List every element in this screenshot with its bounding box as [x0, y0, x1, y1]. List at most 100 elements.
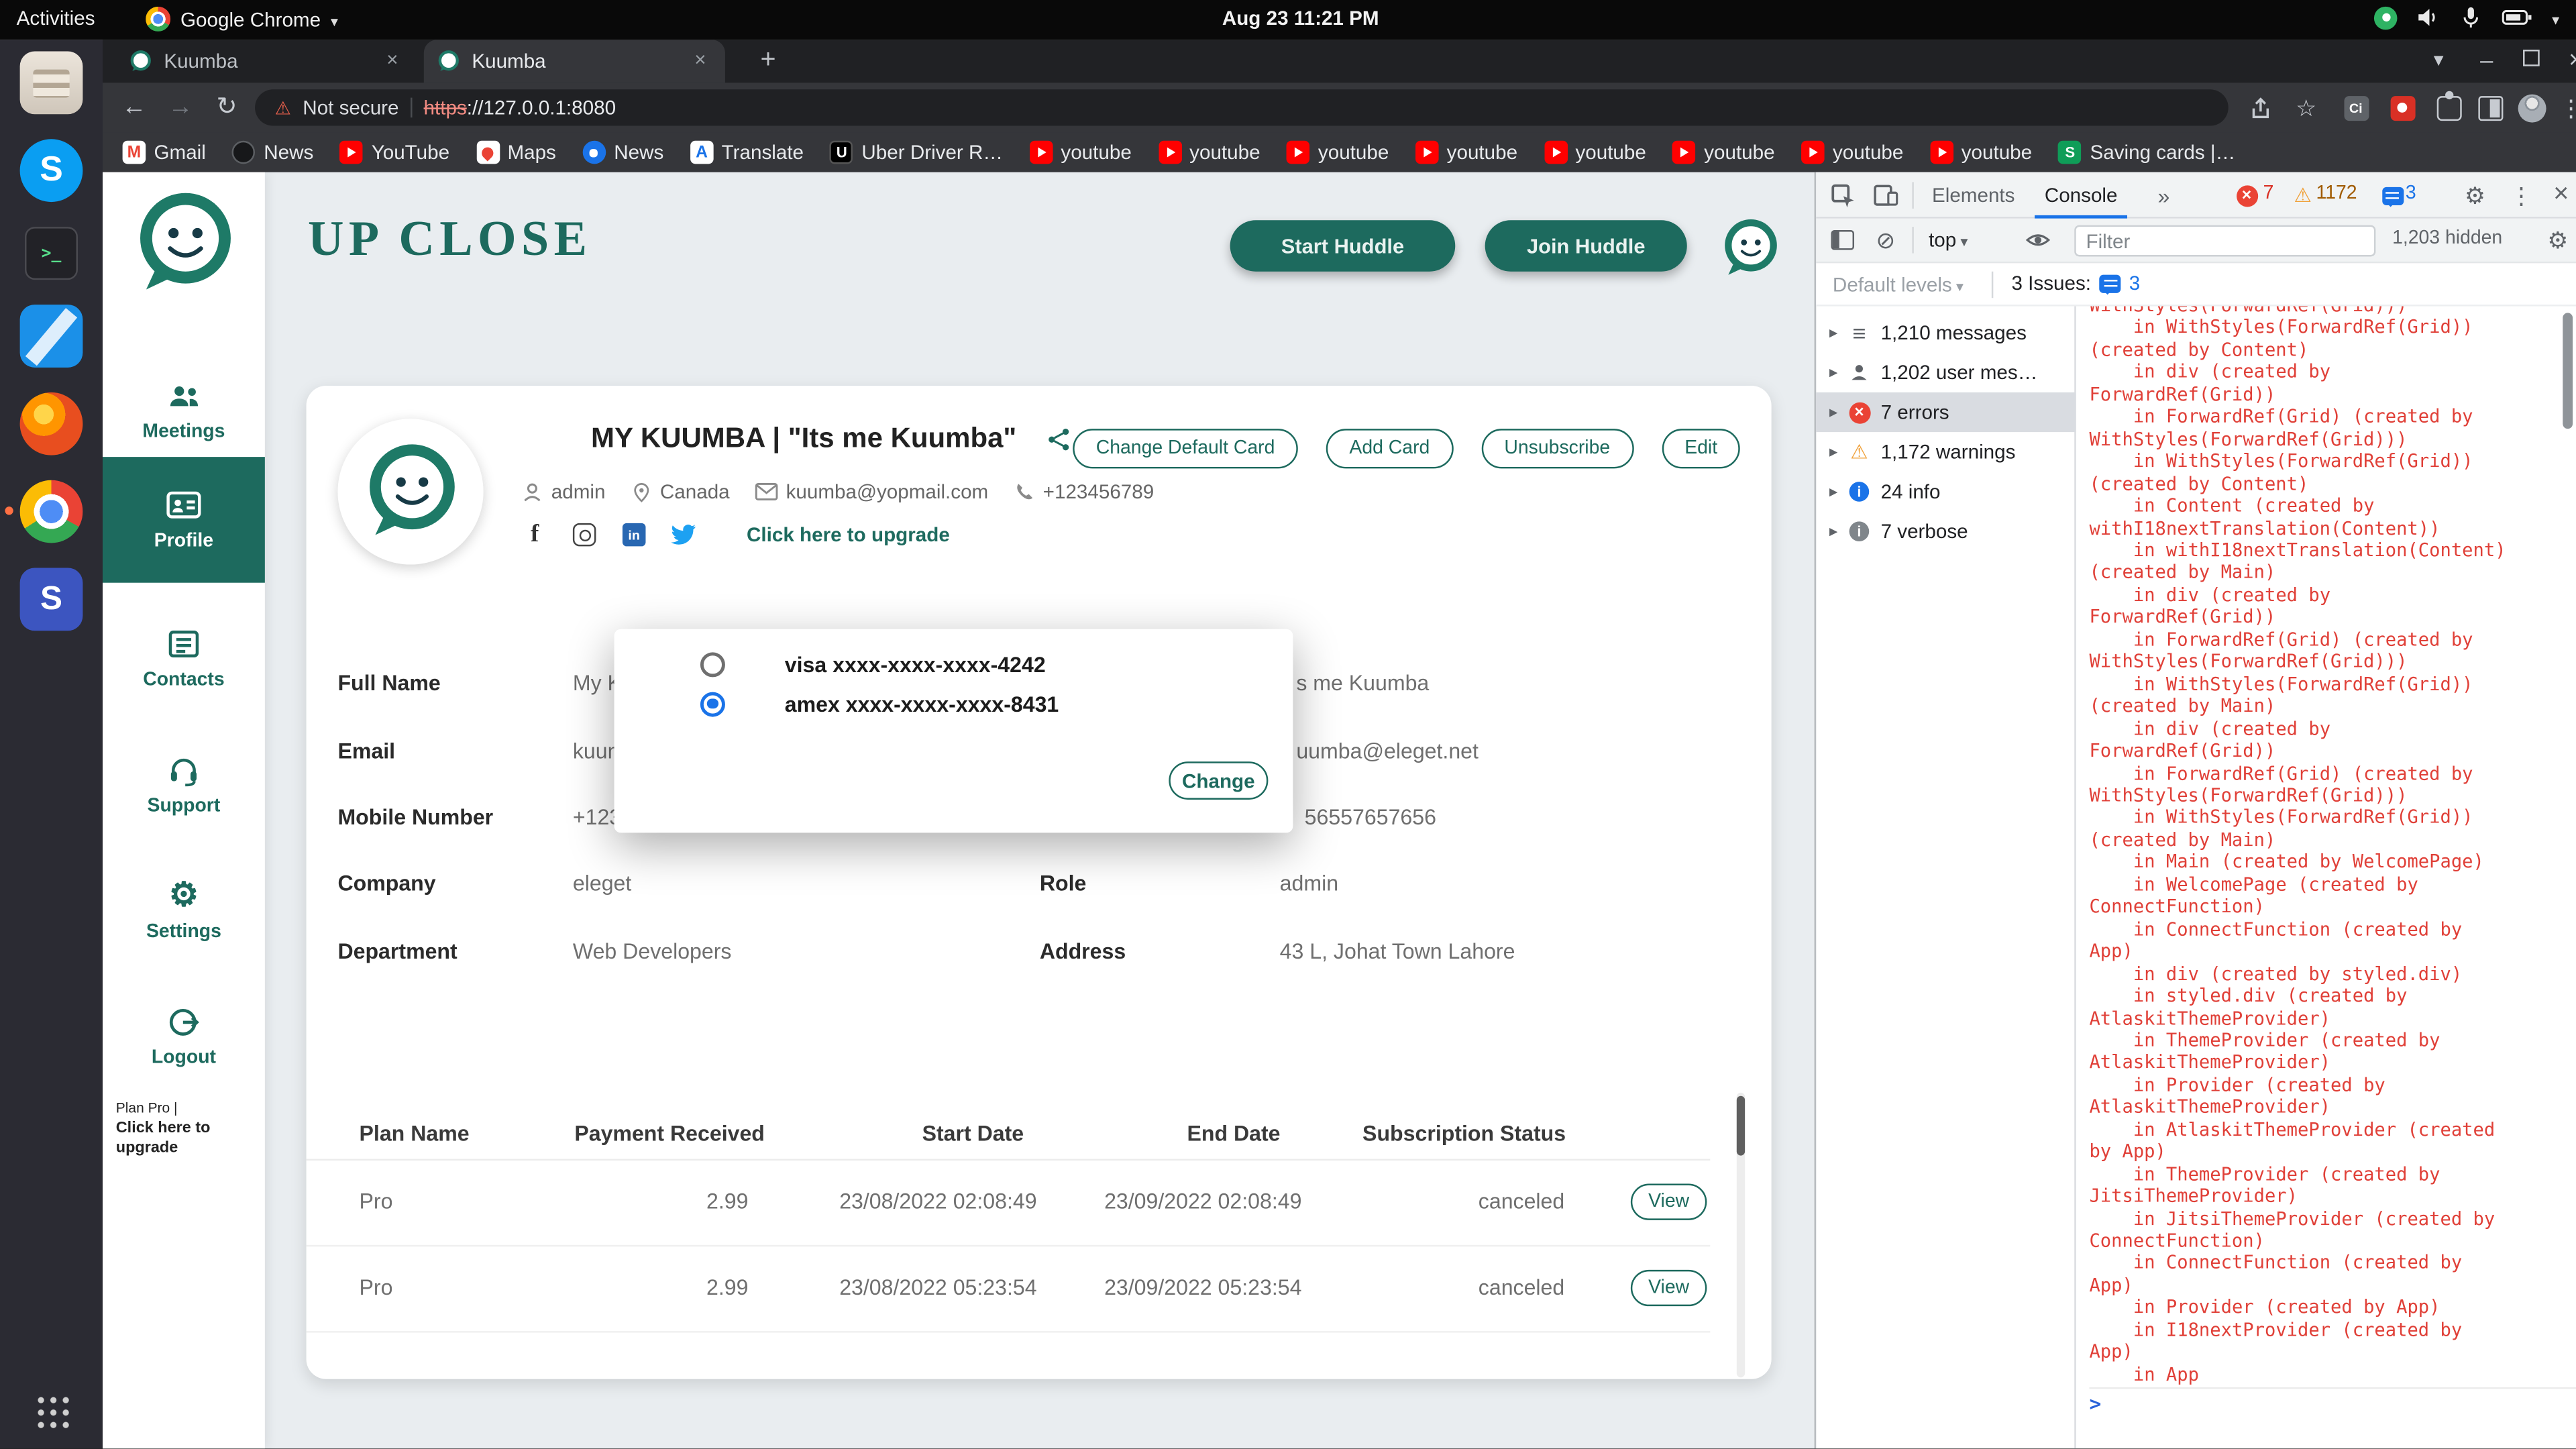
- devtools-close-icon[interactable]: [2544, 179, 2576, 212]
- instagram-icon[interactable]: [571, 521, 597, 547]
- upgrade-link[interactable]: Click here to upgrade: [747, 523, 950, 547]
- clear-console-icon[interactable]: [1869, 223, 1902, 256]
- bookmark-translate[interactable]: Translate: [690, 141, 804, 164]
- console-filter-warnings[interactable]: 1,172 warnings: [1816, 432, 2076, 472]
- inspect-element-icon[interactable]: [1826, 179, 1859, 212]
- console-filter-verbose[interactable]: 7 verbose: [1816, 512, 2076, 551]
- back-button[interactable]: [116, 89, 152, 125]
- dock-vscode-icon[interactable]: [20, 305, 83, 368]
- bookmark-youtube-8[interactable]: youtube: [1801, 141, 1903, 164]
- dock-terminal-icon[interactable]: [25, 227, 78, 280]
- extensions-puzzle-icon[interactable]: [2434, 93, 2463, 122]
- clock[interactable]: Aug 23 11:21 PM: [1222, 7, 1379, 30]
- dock-s-app-icon[interactable]: [20, 568, 83, 631]
- dock-files-icon[interactable]: [20, 52, 83, 115]
- bookmark-youtube-2[interactable]: youtube: [1030, 141, 1132, 164]
- profile-avatar-icon[interactable]: [2516, 93, 2546, 122]
- forward-button[interactable]: [162, 89, 199, 125]
- kuumba-logo[interactable]: [129, 189, 238, 298]
- bookmark-youtube-9[interactable]: youtube: [1930, 141, 2032, 164]
- console-filter-user-messages[interactable]: 1,202 user mes…: [1816, 353, 2076, 392]
- linkedin-icon[interactable]: [621, 521, 647, 547]
- volume-icon[interactable]: [2416, 5, 2441, 30]
- devtools-menu-icon[interactable]: [2505, 179, 2538, 212]
- bookmark-youtube-7[interactable]: youtube: [1672, 141, 1774, 164]
- sidebar-item-logout[interactable]: Logout: [103, 977, 265, 1096]
- context-selector[interactable]: top: [1929, 229, 1968, 252]
- console-filter-errors[interactable]: 7 errors: [1816, 392, 2076, 432]
- tab-search-icon[interactable]: [2424, 46, 2453, 76]
- bookmark-youtube-4[interactable]: youtube: [1287, 141, 1389, 164]
- scrollbar-thumb[interactable]: [1737, 1096, 1745, 1156]
- radio-selected-icon[interactable]: [700, 691, 725, 716]
- facebook-icon[interactable]: [521, 521, 547, 547]
- bookmark-saving-cards[interactable]: Saving cards |…: [2059, 141, 2236, 164]
- sidebar-item-contacts[interactable]: Contacts: [103, 599, 265, 718]
- console-settings-icon[interactable]: [2541, 223, 2574, 256]
- tab-layout-icon[interactable]: [2475, 93, 2504, 122]
- view-button[interactable]: View: [1631, 1184, 1707, 1220]
- console-output[interactable]: WithStyles(ForwardRef(Grid))) in WithSty…: [2076, 307, 2576, 1449]
- default-levels-dropdown[interactable]: Default levels: [1833, 273, 1964, 297]
- add-card-button[interactable]: Add Card: [1326, 429, 1453, 468]
- sidebar-item-meetings[interactable]: Meetings: [103, 351, 265, 470]
- extension-adblock-icon[interactable]: [2387, 93, 2417, 122]
- window-minimize-button[interactable]: [2472, 46, 2502, 76]
- activities-button[interactable]: Activities: [17, 7, 95, 30]
- start-huddle-button[interactable]: Start Huddle: [1230, 220, 1456, 272]
- menu-kebab-icon[interactable]: [2556, 93, 2576, 122]
- focused-app-menu[interactable]: Google Chrome: [146, 7, 338, 32]
- plan-upgrade-link[interactable]: Click here to upgrade: [116, 1119, 219, 1159]
- new-tab-button[interactable]: [751, 45, 784, 78]
- bookmark-maps[interactable]: Maps: [476, 141, 556, 164]
- sidebar-item-settings[interactable]: ⚙ Settings: [103, 851, 265, 970]
- bookmark-youtube-3[interactable]: youtube: [1158, 141, 1260, 164]
- tab-elements[interactable]: Elements: [1922, 172, 2025, 219]
- browser-tab-1[interactable]: Kuumba: [116, 40, 417, 83]
- window-close-button[interactable]: [2561, 46, 2576, 76]
- live-expression-eye-icon[interactable]: [2021, 223, 2054, 256]
- bookmark-uber-driver[interactable]: Uber Driver R…: [830, 141, 1004, 164]
- unsubscribe-button[interactable]: Unsubscribe: [1481, 429, 1633, 468]
- share-icon[interactable]: [2245, 93, 2274, 122]
- edit-button[interactable]: Edit: [1662, 429, 1741, 468]
- bookmark-youtube-6[interactable]: youtube: [1544, 141, 1646, 164]
- reload-button[interactable]: [209, 89, 245, 125]
- extension-ci-icon[interactable]: [2341, 93, 2371, 122]
- radio-unselected-icon[interactable]: [700, 651, 725, 676]
- console-filter-info[interactable]: 24 info: [1816, 472, 2076, 511]
- warning-count-icon[interactable]: [2286, 179, 2319, 212]
- tab-close-icon[interactable]: [689, 50, 712, 73]
- address-bar[interactable]: Not secure https://127.0.0.1:8080: [255, 89, 2229, 125]
- bookmark-news[interactable]: News: [232, 141, 313, 164]
- console-scrollbar-thumb[interactable]: [2563, 313, 2573, 429]
- issues-chat-icon[interactable]: [2375, 179, 2408, 212]
- dock-chrome-icon[interactable]: [20, 480, 83, 543]
- bookmark-star-icon[interactable]: [2292, 93, 2321, 122]
- console-filter-all-messages[interactable]: 1,210 messages: [1816, 313, 2076, 352]
- dock-skype-icon[interactable]: [20, 139, 83, 202]
- device-toolbar-icon[interactable]: [1869, 179, 1902, 212]
- bookmark-youtube[interactable]: YouTube: [340, 141, 449, 164]
- devtools-settings-icon[interactable]: [2459, 179, 2491, 212]
- avatar[interactable]: [337, 419, 483, 564]
- sidebar-item-support[interactable]: Support: [103, 725, 265, 845]
- table-scrollbar[interactable]: [1737, 1093, 1745, 1377]
- issues-button[interactable]: 3 Issues: 3: [2011, 272, 2140, 295]
- browser-tab-2[interactable]: Kuumba: [424, 40, 725, 83]
- twitter-icon[interactable]: [670, 521, 696, 547]
- microphone-icon[interactable]: [2459, 5, 2484, 30]
- console-sidebar-toggle-icon[interactable]: [1826, 223, 1859, 256]
- sidebar-item-profile[interactable]: Profile: [103, 457, 265, 583]
- filter-input[interactable]: [2074, 225, 2375, 257]
- bookmark-youtube-5[interactable]: youtube: [1415, 141, 1517, 164]
- console-prompt[interactable]: [2089, 1388, 2576, 1419]
- view-button[interactable]: View: [1631, 1270, 1707, 1306]
- share-icon[interactable]: [1046, 426, 1071, 451]
- more-tabs-icon[interactable]: [2147, 179, 2180, 212]
- system-tray[interactable]: [2375, 5, 2559, 30]
- software-update-icon[interactable]: [2375, 6, 2398, 30]
- change-button[interactable]: Change: [1169, 761, 1268, 800]
- window-maximize-button[interactable]: [2516, 46, 2546, 76]
- dock-firefox-icon[interactable]: [20, 392, 83, 455]
